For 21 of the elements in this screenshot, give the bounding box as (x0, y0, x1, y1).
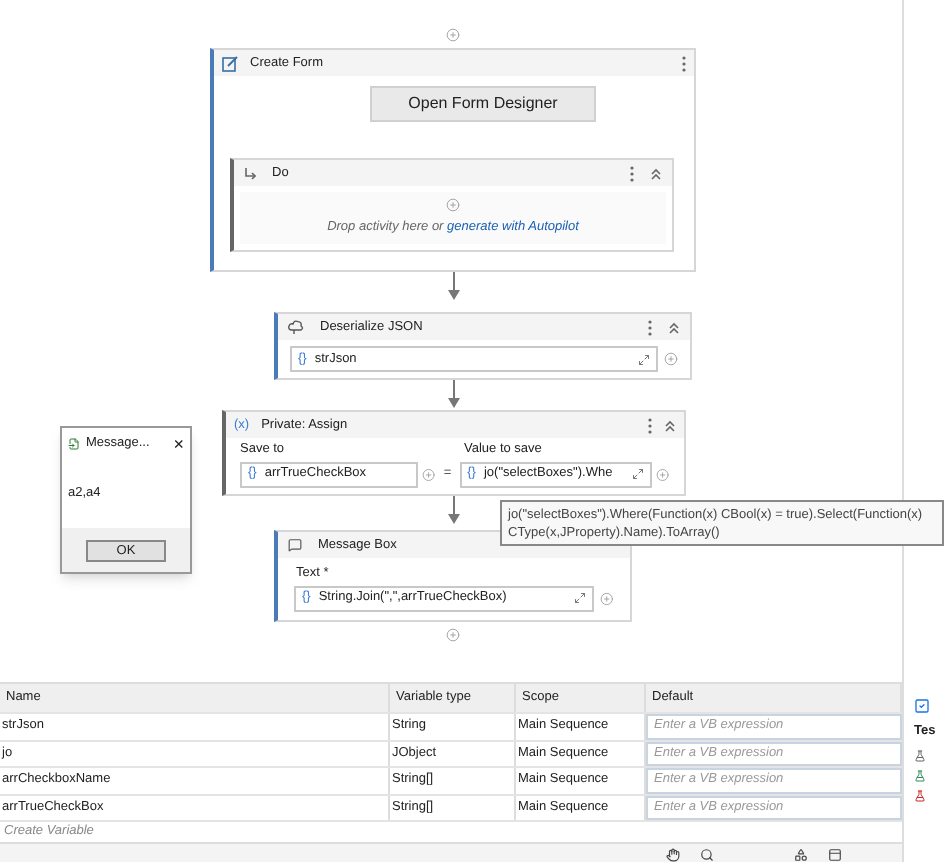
collapse-icon[interactable] (650, 167, 662, 179)
connector-arrow (448, 380, 460, 408)
pan-icon[interactable] (666, 848, 680, 862)
connector-arrow (448, 496, 460, 524)
zoom-icon[interactable] (700, 848, 714, 862)
flask-icon[interactable] (914, 789, 926, 802)
overview-icon[interactable] (794, 848, 808, 862)
flask-icon[interactable] (914, 769, 926, 782)
branch-arrow-icon (244, 167, 256, 179)
flask-icon[interactable] (914, 749, 926, 762)
panel-icon[interactable] (828, 848, 842, 862)
open-form-designer-button[interactable]: Open Form Designer (370, 86, 596, 122)
app-icon (68, 438, 80, 450)
cloud-icon (288, 320, 304, 334)
test-checkbox-icon[interactable] (914, 698, 930, 714)
collapse-icon[interactable] (664, 419, 676, 431)
connector-arrow (448, 272, 460, 300)
close-button[interactable]: × (173, 435, 184, 453)
message-icon (288, 538, 302, 552)
collapse-icon[interactable] (668, 321, 680, 333)
edit-form-icon (222, 55, 238, 71)
